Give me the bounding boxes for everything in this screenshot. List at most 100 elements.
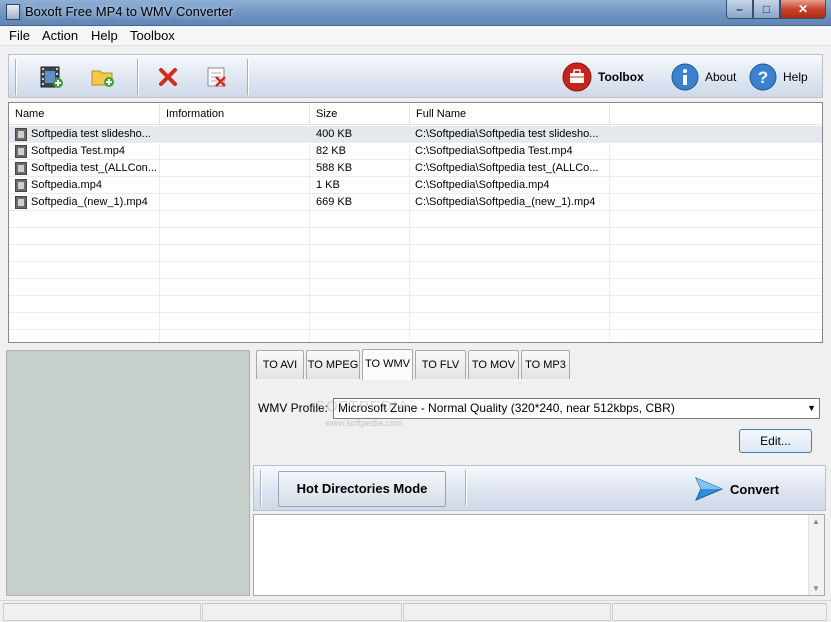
tab-to-mov[interactable]: TO MOV: [468, 350, 519, 379]
menu-bar: File Action Help Toolbox: [0, 26, 831, 46]
log-scrollbar[interactable]: ▲ ▼: [808, 515, 824, 595]
column-header-size[interactable]: Size: [310, 103, 410, 125]
empty-row: [9, 313, 822, 330]
empty-row: [9, 262, 822, 279]
table-row[interactable]: Softpedia test slidesho... 400 KB C:\Softp…: [9, 126, 822, 143]
toolbar-separator: [260, 470, 262, 506]
status-cell: [3, 603, 201, 621]
cell-full-name: C:\Softpedia\Softpedia Test.mp4: [415, 145, 573, 157]
cell-full-name: C:\Softpedia\Softpedia.mp4: [415, 179, 550, 191]
toolbox-icon: [562, 62, 592, 92]
video-file-icon: [15, 128, 27, 141]
add-file-button[interactable]: [35, 61, 67, 93]
menu-help[interactable]: Help: [91, 28, 118, 43]
cell-size: 588 KB: [316, 162, 353, 174]
table-row[interactable]: Softpedia test_(ALLCon... 588 KB C:\Softpe…: [9, 160, 822, 177]
table-row[interactable]: Softpedia Test.mp4 82 KB C:\Softpedia\Soft…: [9, 143, 822, 160]
cell-name: Softpedia.mp4: [31, 179, 102, 191]
cell-name: Softpedia test slidesho...: [31, 128, 151, 140]
cell-size: 669 KB: [316, 196, 353, 208]
close-button[interactable]: ✕: [780, 0, 826, 19]
cell-full-name: C:\Softpedia\Softpedia_(new_1).mp4: [415, 196, 596, 208]
preview-panel: [6, 350, 250, 596]
tab-to-mpeg[interactable]: TO MPEG: [306, 350, 360, 379]
status-cell: [612, 603, 827, 621]
video-file-icon: [15, 162, 27, 175]
scroll-up-icon[interactable]: ▲: [812, 517, 820, 526]
empty-row: [9, 330, 822, 342]
toolbar-separator: [15, 59, 17, 95]
cell-full-name: C:\Softpedia\Softpedia test_(ALLCo...: [415, 162, 599, 174]
cell-full-name: C:\Softpedia\Softpedia test slidesho...: [415, 128, 599, 140]
video-file-icon: [15, 145, 27, 158]
cell-information: [166, 126, 306, 143]
cell-information: [166, 177, 306, 194]
red-x-icon: [159, 68, 177, 86]
profile-select[interactable]: Microsoft Zune - Normal Quality (320*240…: [333, 398, 820, 419]
table-row[interactable]: Softpedia.mp4 1 KB C:\Softpedia\Softpedia.…: [9, 177, 822, 194]
toolbox-button[interactable]: Toolbox: [562, 61, 644, 93]
profile-label: WMV Profile:: [258, 401, 329, 415]
watermark-url: www.softpedia.com: [325, 418, 403, 428]
empty-row: [9, 296, 822, 313]
minimize-button[interactable]: –: [726, 0, 753, 19]
cell-information: [166, 143, 306, 160]
cell-size: 1 KB: [316, 179, 340, 191]
app-icon: [6, 4, 20, 20]
status-cell: [403, 603, 611, 621]
status-bar: [0, 600, 831, 622]
help-button[interactable]: ? Help: [749, 61, 808, 93]
film-add-icon: [40, 66, 63, 88]
empty-row: [9, 211, 822, 228]
cell-name: Softpedia_(new_1).mp4: [31, 196, 148, 208]
file-list[interactable]: Name Imformation Size Full Name Softpedi…: [8, 102, 823, 343]
tab-to-flv[interactable]: TO FLV: [415, 350, 466, 379]
convert-button[interactable]: Convert: [694, 474, 779, 504]
folder-add-icon: [91, 70, 114, 87]
cell-name: Softpedia test_(ALLCon...: [31, 162, 157, 174]
menu-file[interactable]: File: [9, 28, 30, 43]
cell-size: 82 KB: [316, 145, 346, 157]
convert-label: Convert: [730, 481, 780, 497]
help-icon: ?: [749, 63, 777, 91]
column-header-information[interactable]: Imformation: [160, 103, 310, 125]
scroll-down-icon[interactable]: ▼: [812, 584, 820, 593]
cell-information: [166, 160, 306, 177]
toolbar-separator: [465, 470, 467, 506]
remove-button[interactable]: [152, 61, 184, 93]
cell-information: [166, 194, 306, 211]
about-button[interactable]: About: [671, 61, 736, 93]
title-bar[interactable]: Boxoft Free MP4 to WMV Converter – □ ✕: [0, 0, 831, 26]
clear-list-button[interactable]: [201, 61, 233, 93]
clear-list-icon: [207, 67, 226, 87]
edit-button[interactable]: Edit...: [739, 429, 812, 453]
profile-selected-value: Microsoft Zune - Normal Quality (320*240…: [338, 401, 675, 415]
help-label: Help: [783, 70, 808, 84]
info-icon: [671, 63, 699, 91]
menu-action[interactable]: Action: [42, 28, 78, 43]
table-row[interactable]: Softpedia_(new_1).mp4 669 KB C:\Softpedia\…: [9, 194, 822, 211]
cell-size: 400 KB: [316, 128, 353, 140]
empty-row: [9, 245, 822, 262]
tab-to-avi[interactable]: TO AVI: [256, 350, 304, 379]
window-title: Boxoft Free MP4 to WMV Converter: [25, 4, 234, 19]
tab-to-wmv[interactable]: TO WMV: [362, 349, 413, 380]
toolbar-separator: [137, 59, 139, 95]
column-header-full-name[interactable]: Full Name: [410, 103, 610, 125]
list-header: Name Imformation Size Full Name: [9, 103, 822, 125]
dropdown-arrow-icon[interactable]: ▼: [807, 399, 816, 418]
svg-text:?: ?: [758, 68, 768, 87]
log-area[interactable]: ▲ ▼: [253, 514, 825, 596]
column-header-name[interactable]: Name: [9, 103, 160, 125]
hot-directories-mode-button[interactable]: Hot Directories Mode: [278, 471, 446, 507]
convert-arrow-icon: [695, 477, 724, 501]
menu-toolbox[interactable]: Toolbox: [130, 28, 175, 43]
status-cell: [202, 603, 402, 621]
add-folder-button[interactable]: [87, 61, 119, 93]
maximize-button[interactable]: □: [753, 0, 780, 19]
toolbar: Toolbox About ? Help: [8, 54, 823, 98]
video-file-icon: [15, 179, 27, 192]
tab-to-mp3[interactable]: TO MP3: [521, 350, 570, 379]
empty-row: [9, 228, 822, 245]
cell-name: Softpedia Test.mp4: [31, 145, 125, 157]
